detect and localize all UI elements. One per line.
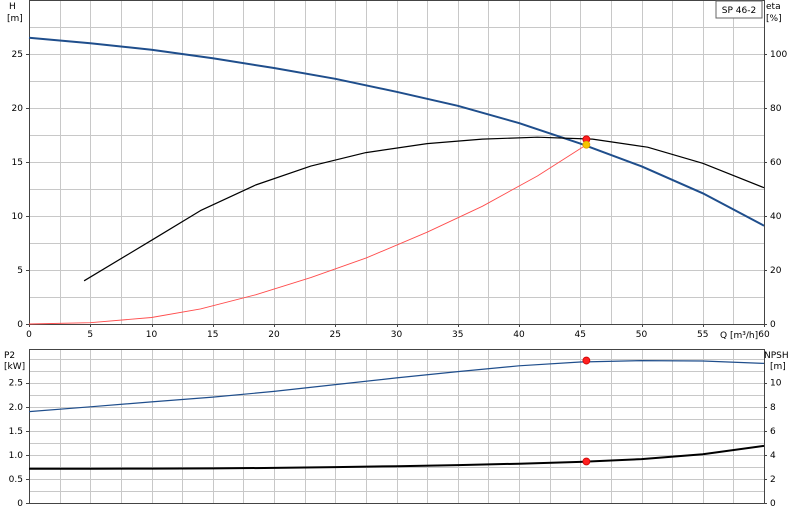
top-x-tick-label: 55	[697, 330, 708, 340]
eta-axis-unit: [%]	[766, 14, 782, 24]
bottom-right-tick-label: 4	[770, 451, 776, 461]
bottom-right-tick-label: 6	[770, 427, 776, 437]
h-axis-unit: [m]	[7, 14, 23, 24]
top-left-tick-label: 20	[12, 104, 24, 114]
bottom-right-tick-label: 0	[770, 499, 776, 509]
top-left-tick-label: 25	[12, 50, 23, 60]
top-duty-point-1	[582, 140, 591, 149]
power-npsh-panel: 0 0.5 1.0 1.5 2.0 2.5 0 2 4 6 8 10	[9, 349, 782, 509]
top-left-tick-label: 5	[17, 266, 23, 276]
bottom-left-tick-label: 2.0	[9, 403, 24, 413]
bottom-left-tick-label: 1.0	[9, 451, 24, 461]
top-x-tick-label: 45	[575, 330, 586, 340]
top-right-tick-label: 80	[770, 104, 782, 114]
h-axis-title: H	[9, 2, 16, 12]
top-x-tick-label: 5	[87, 330, 93, 340]
top-x-tick-label: 10	[146, 330, 158, 340]
top-right-tick-label: 20	[770, 266, 782, 276]
bottom-right-tick-label: 10	[770, 379, 782, 389]
bottom-left-tick-label: 2.5	[9, 379, 23, 389]
top-x-tick-label: 25	[330, 330, 341, 340]
top-x-tick-label: 60	[758, 330, 770, 340]
bottom-right-tick-label: 8	[770, 403, 776, 413]
top-x-tick-label: 15	[207, 330, 218, 340]
top-x-tick-label: 30	[391, 330, 403, 340]
top-left-tick-label: 15	[12, 158, 23, 168]
qh-eta-panel: 0 5 10 15 20 25 0 20 40 60 80 100 0 5 10 15 20 25 30 35 40 45…	[12, 0, 787, 340]
top-x-tick-label: 40	[513, 330, 525, 340]
top-right-tick-label: 100	[770, 50, 787, 60]
top-x-tick-label: 20	[268, 330, 280, 340]
top-right-tick-label: 60	[770, 158, 782, 168]
bottom-left-tick-label: 1.5	[9, 427, 23, 437]
npsh-axis-title: NPSH	[764, 351, 789, 361]
top-left-tick-label: 0	[17, 320, 23, 330]
bottom-duty-point-1	[582, 457, 591, 466]
top-x-tick-label: 0	[26, 330, 32, 340]
npsh-axis-unit: [m]	[770, 362, 786, 372]
legend-label: SP 46-2	[722, 6, 756, 16]
bottom-left-tick-label: 0	[17, 499, 23, 509]
top-right-tick-label: 0	[770, 320, 776, 330]
q-axis-label: Q [m³/h]	[720, 331, 758, 341]
pump-performance-chart: 05101520250204060801000 5 10 15 20 25 30 35 40 45…	[4, 0, 789, 509]
bottom-right-tick-label: 2	[770, 475, 776, 485]
eta-axis-title: eta	[766, 2, 781, 12]
top-right-tick-label: 40	[770, 212, 782, 222]
p2-axis-title: P2	[4, 351, 15, 361]
top-left-tick-label: 10	[12, 212, 24, 222]
bottom-duty-point-0	[582, 356, 591, 365]
top-x-tick-label: 50	[636, 330, 648, 340]
p2-axis-unit: [kW]	[4, 362, 25, 372]
bottom-left-tick-label: 0.5	[9, 475, 23, 485]
top-x-tick-label: 35	[452, 330, 463, 340]
